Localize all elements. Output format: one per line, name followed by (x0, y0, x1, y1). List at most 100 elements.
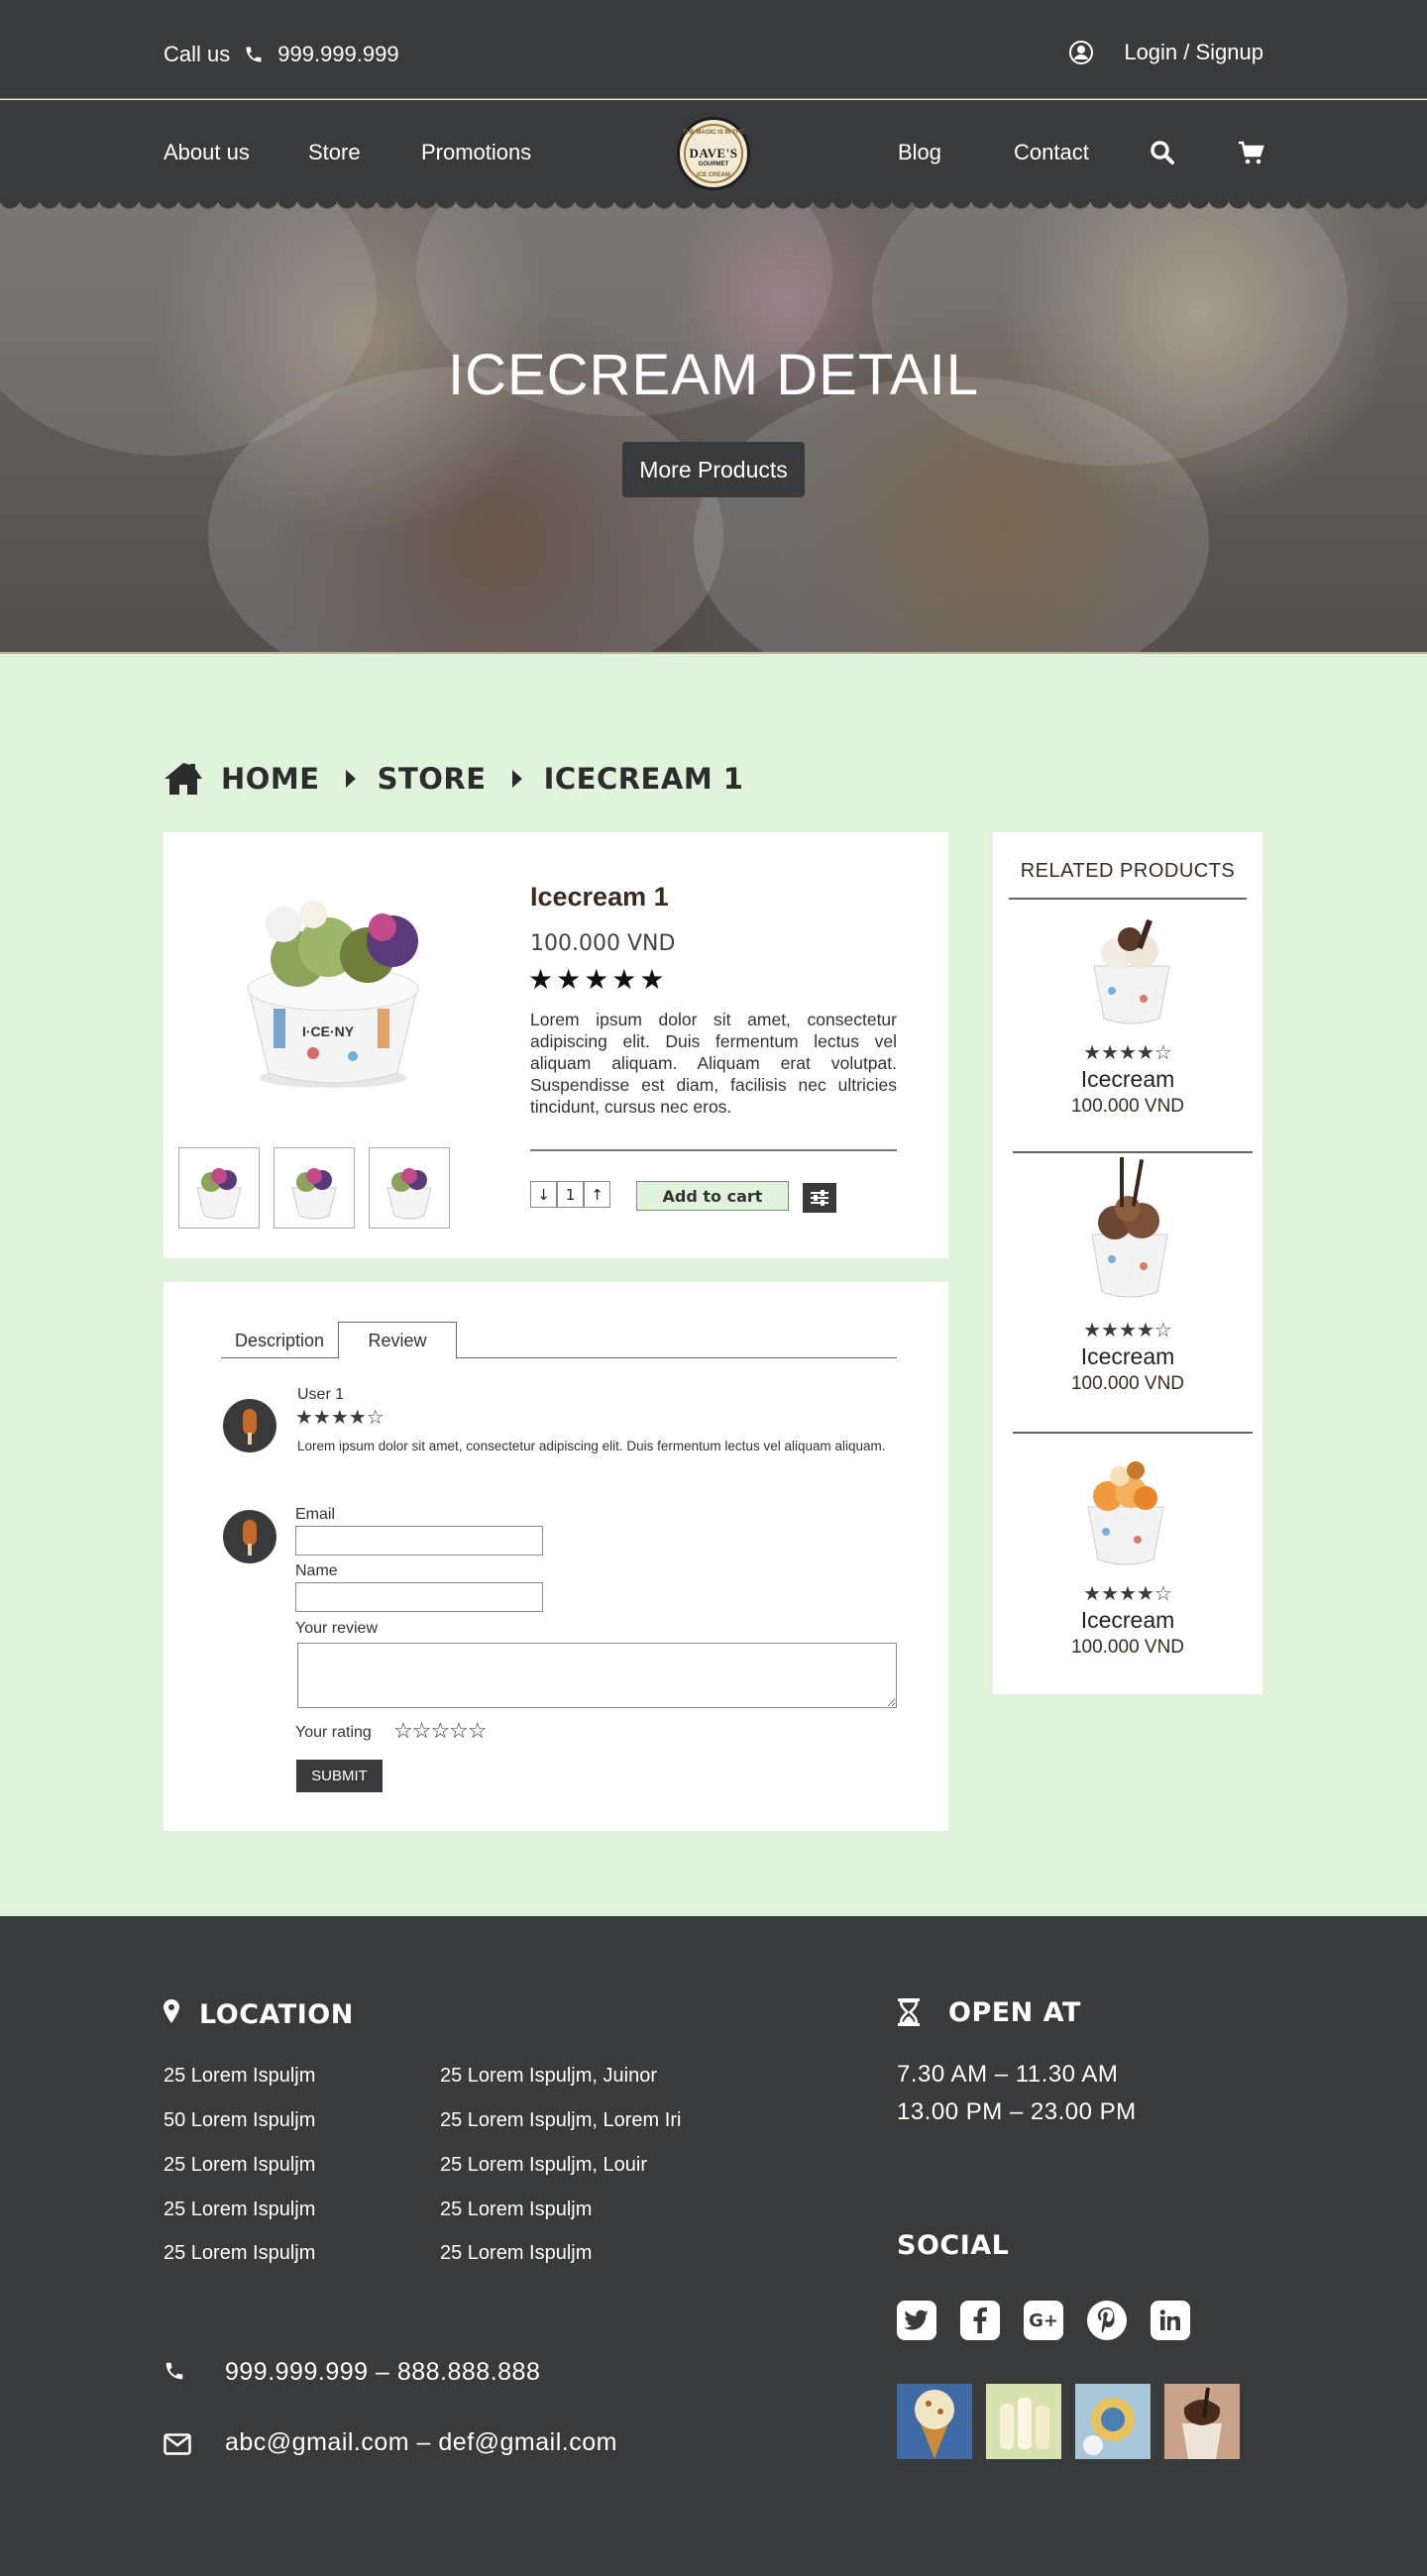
breadcrumb-separator (345, 770, 356, 788)
form-avatar (223, 1510, 276, 1563)
location-title: LOCATION (199, 1999, 354, 2030)
user-icon (1069, 41, 1094, 64)
footer-emails: abc@gmail.com – def@gmail.com (225, 2428, 617, 2456)
product-thumbnail[interactable] (274, 1147, 355, 1229)
login-signup-link[interactable]: Login / Signup (1068, 40, 1263, 65)
product-divider (530, 1149, 897, 1151)
reviewer-avatar (223, 1399, 276, 1452)
email-field[interactable] (295, 1526, 543, 1556)
review-user: User 1 (297, 1386, 345, 1403)
related-image (1093, 918, 1170, 1024)
hero-banner: ICECREAM DETAIL More Products (0, 198, 1427, 654)
address-item: 25 Lorem Ispuljm, Louir (440, 2154, 647, 2176)
nav-blog[interactable]: Blog (898, 140, 941, 165)
review-label: Your review (295, 1620, 379, 1637)
product-rating-stars: ★★★★★ (528, 964, 668, 995)
add-to-cart-button[interactable]: Add to cart (636, 1181, 789, 1211)
twitter-icon[interactable] (897, 2301, 936, 2340)
name-label: Name (295, 1562, 338, 1579)
popsicle-icon (243, 1409, 257, 1445)
related-divider (1013, 1432, 1253, 1434)
qty-decrease-button[interactable]: ↓ (530, 1181, 557, 1208)
hero-title: ICECREAM DETAIL (447, 343, 979, 407)
submit-review-button[interactable]: SUBMIT (296, 1760, 383, 1792)
options-button[interactable] (803, 1183, 836, 1213)
gallery-image[interactable] (986, 2384, 1061, 2459)
more-products-button[interactable]: More Products (622, 442, 805, 497)
nav-promotions[interactable]: Promotions (421, 140, 531, 165)
rating-label: Your rating (295, 1724, 372, 1741)
related-price: 100.000 VND (1070, 1637, 1185, 1658)
product-thumbnail[interactable] (178, 1147, 260, 1229)
nav-contact[interactable]: Contact (1014, 140, 1089, 165)
hourglass-icon (898, 1998, 920, 2026)
gallery-image[interactable] (1164, 2384, 1240, 2459)
sliders-icon (811, 1190, 828, 1206)
facebook-icon[interactable] (960, 2301, 1000, 2340)
google-plus-icon[interactable]: G+ (1024, 2301, 1063, 2340)
hours-line: 13.00 PM – 23.00 PM (897, 2098, 1137, 2125)
nav-store[interactable]: Store (308, 140, 361, 165)
pinterest-glyph (1097, 2308, 1115, 2333)
review-text: Lorem ipsum dolor sit amet, consectetur … (297, 1439, 886, 1453)
breadcrumb-separator (511, 770, 522, 788)
address-item: 25 Lorem Ispuljm (164, 2199, 316, 2220)
qty-increase-button[interactable]: ↑ (584, 1181, 610, 1208)
breadcrumb-home[interactable]: HOME (221, 762, 320, 796)
email-label: Email (295, 1506, 336, 1523)
thumbnail-image (386, 1168, 432, 1220)
gallery-image[interactable] (897, 2384, 972, 2459)
hero-divider (0, 652, 1427, 654)
product-description: Lorem ipsum dolor sit amet, consectetur … (530, 1010, 897, 1117)
envelope-icon (164, 2433, 191, 2455)
related-name: Icecream (1080, 1343, 1175, 1369)
address-item: 50 Lorem Ispuljm (164, 2109, 316, 2131)
nav-about-us[interactable]: About us (164, 140, 250, 165)
product-card: I·CE·NY Icecream 1 100.000 VND ★★★★★ Lor… (164, 832, 948, 1258)
name-field[interactable] (295, 1582, 543, 1612)
call-us: Call us 999.999.999 (164, 42, 399, 67)
cart-icon[interactable] (1238, 141, 1265, 166)
review-card: Description Review User 1 ★★★★☆ Lorem ip… (164, 1282, 948, 1831)
twitter-glyph (904, 2309, 929, 2330)
thumbnail-image (291, 1168, 337, 1220)
location-pin-icon (164, 1999, 179, 2023)
product-thumbnail[interactable] (369, 1147, 450, 1229)
address-item: 25 Lorem Ispuljm (164, 2242, 316, 2264)
linkedin-icon[interactable] (1151, 2301, 1190, 2340)
product-price: 100.000 VND (530, 931, 676, 956)
related-divider (1009, 898, 1247, 900)
quantity-stepper: ↓ 1 ↑ (530, 1181, 610, 1208)
product-main-image[interactable]: I·CE·NY (229, 890, 437, 1098)
svg-text:I·CE·NY: I·CE·NY (302, 1023, 355, 1039)
footer-phones: 999.999.999 – 888.888.888 (225, 2358, 541, 2386)
tab-review[interactable]: Review (338, 1322, 457, 1359)
thumbnail-image (196, 1168, 242, 1220)
related-item[interactable]: ★★★★☆ Icecream 100.000 VND (993, 1157, 1262, 1423)
top-bar: Call us 999.999.999 Login / Signup (0, 0, 1427, 99)
logo-sub: GOURMET (698, 161, 729, 167)
call-label: Call us (164, 42, 231, 66)
qty-value[interactable]: 1 (557, 1181, 584, 1208)
hero-overlay (0, 198, 1427, 654)
rating-input-stars[interactable]: ☆☆☆☆☆ (393, 1718, 488, 1744)
product-title: Icecream 1 (530, 882, 669, 912)
social-title: SOCIAL (897, 2230, 1010, 2261)
breadcrumb-store[interactable]: STORE (378, 762, 487, 796)
logo-name: DAVE'S (689, 146, 738, 161)
phone-icon (165, 2362, 183, 2380)
home-icon[interactable] (164, 761, 203, 797)
open-at-title: OPEN AT (948, 1997, 1081, 2028)
address-item: 25 Lorem Ispuljm (440, 2199, 593, 2220)
related-divider (1013, 1151, 1253, 1153)
related-item[interactable]: ★★★★☆ Icecream 100.000 VND (993, 1452, 1262, 1690)
gallery-image[interactable] (1075, 2384, 1151, 2459)
tab-description[interactable]: Description (221, 1322, 338, 1359)
related-price: 100.000 VND (1070, 1096, 1185, 1117)
review-textarea[interactable] (297, 1643, 897, 1708)
search-icon[interactable] (1150, 140, 1175, 165)
facebook-glyph (973, 2308, 987, 2333)
pinterest-icon[interactable] (1087, 2301, 1127, 2340)
related-name: Icecream (1080, 1066, 1175, 1092)
site-logo[interactable]: THE MAGIC IS IN THE DAVE'S GOURMET ICE C… (677, 117, 750, 190)
